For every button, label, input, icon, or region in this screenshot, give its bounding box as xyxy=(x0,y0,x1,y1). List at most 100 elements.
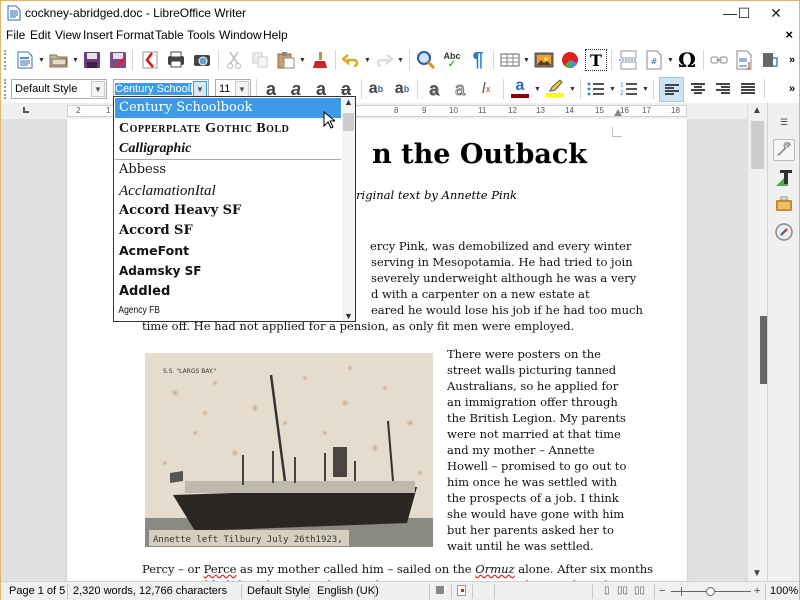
zoom-in-button[interactable]: + xyxy=(754,585,760,597)
insert-image-icon[interactable] xyxy=(533,49,555,71)
numbered-list-icon[interactable]: 12 xyxy=(618,78,640,100)
highlight-color-icon[interactable] xyxy=(544,77,566,99)
document-modified-icon[interactable] xyxy=(457,585,466,596)
font-name-dropdown-list[interactable]: Century Schoolbook Copperplate Gothic Bo… xyxy=(113,96,356,322)
insert-page-break-icon[interactable] xyxy=(617,49,639,71)
menu-view[interactable]: View xyxy=(55,28,81,42)
highlight-dropdown-icon[interactable]: ▼ xyxy=(569,78,576,100)
undo-dropdown-icon[interactable]: ▼ xyxy=(364,49,371,71)
clone-formatting-icon[interactable] xyxy=(309,49,331,71)
paragraph-style-combo[interactable]: Default Style ▼ xyxy=(11,79,107,99)
new-document-icon[interactable] xyxy=(14,49,36,71)
table-dropdown-icon[interactable]: ▼ xyxy=(523,49,530,71)
shadow-icon[interactable]: a xyxy=(423,78,445,100)
align-center-icon[interactable] xyxy=(687,78,709,100)
toolbar-grip[interactable] xyxy=(4,50,6,70)
toolbar-overflow-button[interactable]: » xyxy=(781,49,800,71)
insert-mode-icon[interactable] xyxy=(436,586,446,594)
close-document-icon[interactable]: × xyxy=(785,27,793,42)
export-pdf-icon[interactable] xyxy=(139,49,161,71)
font-option[interactable]: Calligraphic xyxy=(115,139,341,159)
zoom-out-button[interactable]: − xyxy=(659,585,665,597)
font-option[interactable]: Agency FB xyxy=(115,302,307,322)
chevron-down-icon[interactable]: ▼ xyxy=(91,81,105,97)
undo-icon[interactable] xyxy=(340,49,362,71)
cut-icon[interactable] xyxy=(223,49,245,71)
insert-field-icon[interactable]: # xyxy=(643,49,665,71)
zoom-slider-thumb[interactable] xyxy=(706,587,715,596)
scrollbar-thumb[interactable] xyxy=(751,121,764,169)
menu-table[interactable]: Table xyxy=(155,28,184,42)
font-color-dropdown-icon[interactable]: ▼ xyxy=(534,78,541,100)
dropdown-scrollbar[interactable]: ▲ ▼ xyxy=(342,97,355,321)
chevron-down-icon[interactable]: ▼ xyxy=(235,81,249,97)
sidebar-menu-icon[interactable]: ☰ xyxy=(773,111,795,133)
font-option[interactable]: AcmeFont xyxy=(115,241,341,261)
bullet-list-icon[interactable] xyxy=(585,78,607,100)
insert-special-character-icon[interactable]: Ω xyxy=(676,48,698,72)
page-style[interactable]: Default Style xyxy=(247,585,309,597)
misspelled-word[interactable]: Ormuz xyxy=(475,562,514,576)
copy-icon[interactable] xyxy=(249,49,271,71)
menu-help[interactable]: Help xyxy=(263,28,288,42)
menu-tools[interactable]: Tools xyxy=(187,28,215,42)
redo-dropdown-icon[interactable]: ▼ xyxy=(397,49,404,71)
insert-textbox-icon[interactable]: T xyxy=(585,49,607,71)
font-option[interactable]: Adamsky SF xyxy=(115,261,341,281)
open-dropdown-icon[interactable]: ▼ xyxy=(72,49,79,71)
print-preview-icon[interactable] xyxy=(191,49,213,71)
scroll-down-icon[interactable]: ▼ xyxy=(752,568,762,579)
single-page-view-icon[interactable]: ▯ xyxy=(604,585,610,596)
font-option[interactable]: Copperplate Gothic Bold xyxy=(115,119,341,139)
close-button[interactable]: ✕ xyxy=(753,1,799,25)
properties-icon[interactable] xyxy=(773,139,795,161)
font-option[interactable]: Abbess xyxy=(115,160,341,180)
subscript-icon[interactable]: ab xyxy=(391,78,413,100)
insert-table-icon[interactable] xyxy=(499,49,521,71)
chevron-down-icon[interactable]: ▼ xyxy=(193,81,207,97)
save-icon[interactable] xyxy=(81,49,103,71)
scroll-up-icon[interactable]: ▲ xyxy=(344,97,353,107)
zoom-slider[interactable] xyxy=(671,587,751,596)
toolbar-overflow-button[interactable]: » xyxy=(781,78,800,100)
insert-hyperlink-icon[interactable] xyxy=(708,49,730,71)
insert-endnote-icon[interactable] xyxy=(759,49,781,71)
outline-icon[interactable]: a xyxy=(449,78,471,100)
zoom-level[interactable]: 100% xyxy=(770,585,798,597)
bullet-dropdown-icon[interactable]: ▼ xyxy=(609,78,616,100)
font-option[interactable]: AcclamationItal xyxy=(115,181,341,201)
open-icon[interactable] xyxy=(48,49,70,71)
menu-insert[interactable]: Insert xyxy=(83,28,113,42)
gallery-icon[interactable] xyxy=(773,193,795,215)
font-option[interactable]: Accord Heavy SF xyxy=(115,201,341,221)
numbered-dropdown-icon[interactable]: ▼ xyxy=(642,78,649,100)
sidebar-collapse-handle[interactable] xyxy=(760,316,767,384)
justify-icon[interactable] xyxy=(737,78,759,100)
scroll-down-icon[interactable]: ▼ xyxy=(344,311,353,321)
align-right-icon[interactable] xyxy=(712,78,734,100)
paste-icon[interactable] xyxy=(275,49,297,71)
print-icon[interactable] xyxy=(165,49,187,71)
superscript-icon[interactable]: ab xyxy=(365,78,387,100)
find-replace-icon[interactable] xyxy=(415,49,437,71)
tab-stop-type-icon[interactable] xyxy=(23,107,29,113)
redo-icon[interactable] xyxy=(373,49,395,71)
styles-icon[interactable] xyxy=(773,167,795,189)
field-dropdown-icon[interactable]: ▼ xyxy=(667,49,674,71)
insert-footnote-icon[interactable] xyxy=(733,49,755,71)
menu-format[interactable]: Format xyxy=(116,28,154,42)
page-indicator[interactable]: Page 1 of 5 xyxy=(9,585,65,597)
menu-file[interactable]: File xyxy=(6,28,25,42)
font-name-value[interactable]: Century Schoolbook xyxy=(115,83,192,95)
insert-chart-icon[interactable] xyxy=(559,49,581,71)
toolbar-grip[interactable] xyxy=(4,79,6,99)
multi-page-view-icon[interactable]: ▯▯ xyxy=(617,585,628,596)
misspelled-word[interactable]: Perce xyxy=(204,562,237,576)
right-indent-marker[interactable] xyxy=(614,109,622,116)
scroll-up-icon[interactable]: ▲ xyxy=(752,105,762,116)
menu-window[interactable]: Window xyxy=(219,28,262,42)
scrollbar-thumb[interactable] xyxy=(343,113,354,131)
spellcheck-icon[interactable]: Abc ✓ xyxy=(441,49,463,71)
menu-edit[interactable]: Edit xyxy=(30,28,51,42)
new-dropdown-icon[interactable]: ▼ xyxy=(38,49,45,71)
